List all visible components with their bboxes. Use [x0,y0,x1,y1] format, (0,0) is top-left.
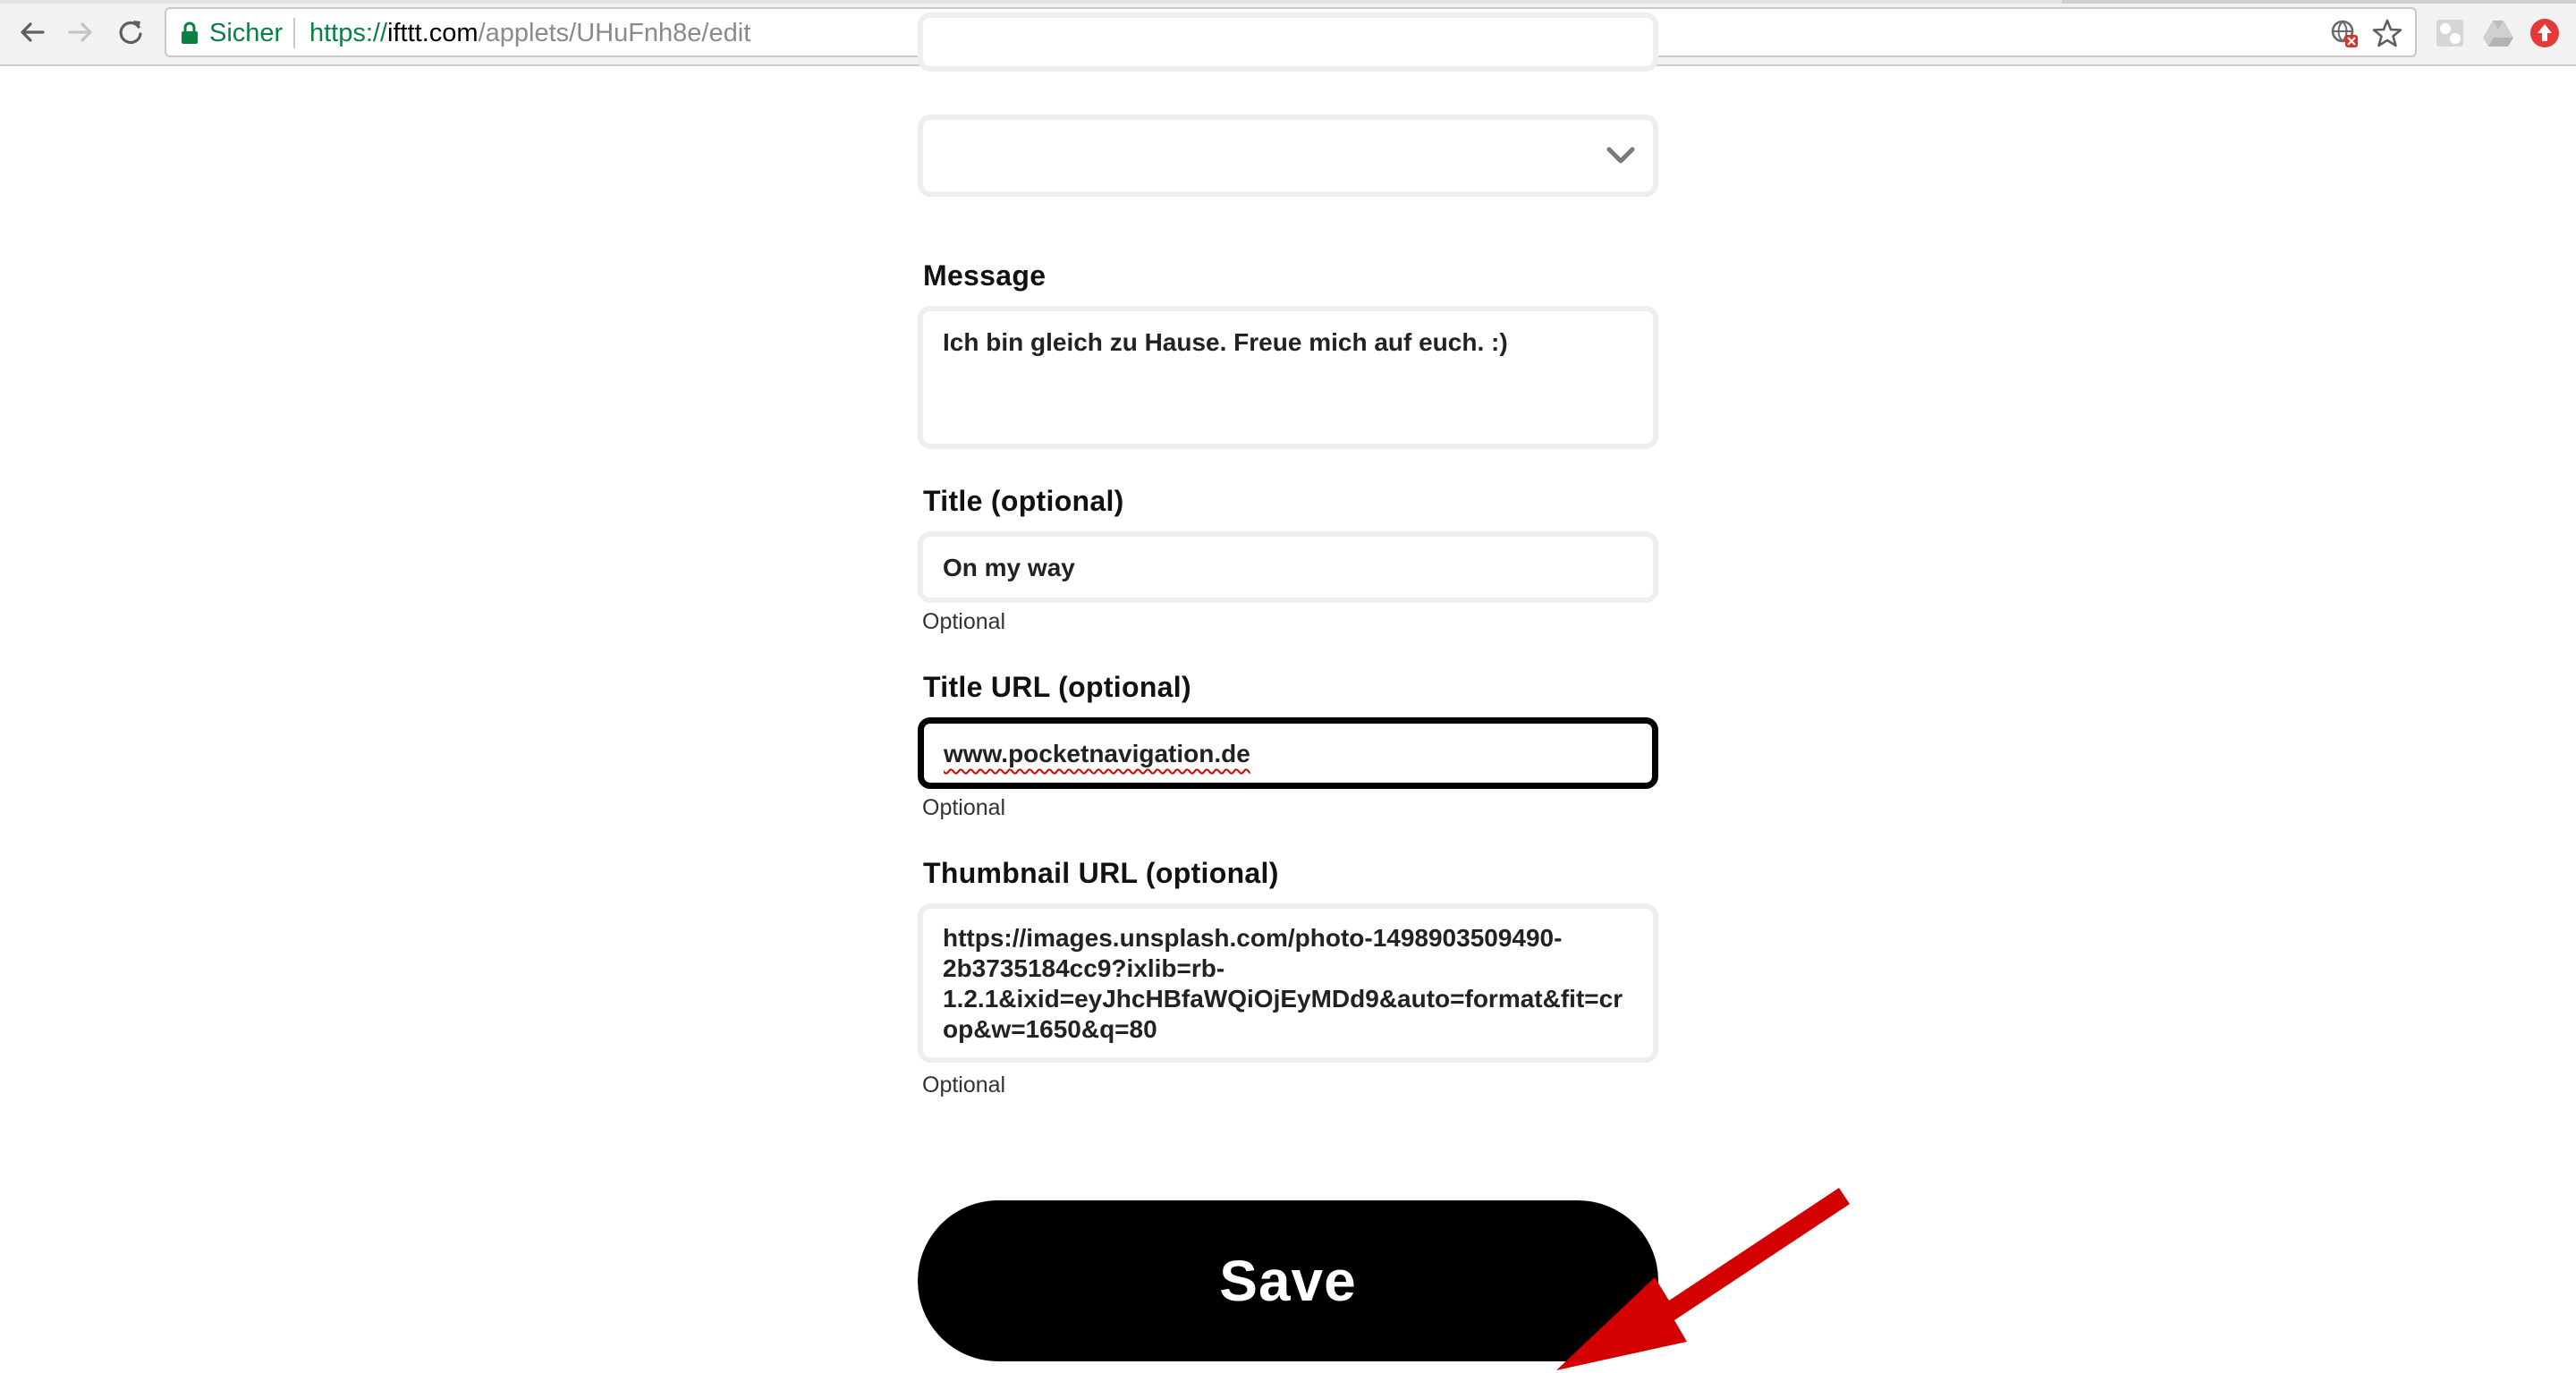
thumbnail-url-label: Thumbnail URL (optional) [923,857,1279,889]
star-icon[interactable] [2370,16,2404,50]
reload-icon[interactable] [111,13,150,52]
message-value: Ich bin gleich zu Hause. Freue mich auf … [943,328,1508,356]
title-url-label: Title URL (optional) [923,671,1191,703]
title-value: On my way [943,554,1075,581]
thumbnail-url-textarea[interactable]: https://images.unsplash.com/photo-149890… [918,903,1658,1063]
title-url-helper-text: Optional [922,795,1006,820]
title-input[interactable]: On my way [918,531,1658,603]
message-textarea[interactable]: Ich bin gleich zu Hause. Freue mich auf … [918,306,1658,449]
previous-field[interactable] [918,13,1658,72]
message-label: Message [923,259,1046,292]
back-arrow-icon[interactable] [13,13,52,52]
title-label: Title (optional) [923,485,1124,517]
url-scheme: https:// [309,19,388,47]
thumbnail-url-value: https://images.unsplash.com/photo-149890… [943,923,1640,1045]
chevron-down-icon [1605,143,1637,168]
secure-label: Sicher [209,19,284,47]
puzzle-extension-icon[interactable] [2433,16,2467,50]
url-path: /applets/UHuFnh8e/edit [478,19,751,47]
title-helper-text: Optional [922,609,1006,634]
thumbnail-url-line: 1.2.1&ixid=eyJhcHBfaWQiOjEyMDd9&auto=for… [943,985,1623,1013]
record-extension-icon[interactable] [2528,16,2562,50]
title-url-input[interactable]: www.pocketnavigation.de [918,717,1658,789]
url-text[interactable]: https://ifttt.com/applets/UHuFnh8e/edit [309,19,750,47]
browser-window: Sicher https://ifttt.com/applets/UHuFnh8… [0,0,2576,1373]
address-separator [293,18,295,48]
page-scrollbar[interactable] [2563,66,2576,1373]
thumbnail-url-line: https://images.unsplash.com/photo-149890… [943,924,1563,952]
applet-edit-form: Message Ich bin gleich zu Hause. Freue m… [0,13,2576,1373]
lock-icon [179,21,200,45]
option-select[interactable] [918,114,1658,197]
thumbnail-url-line: 2b3735184cc9?ixlib=rb- [943,954,1225,982]
tab-strip-active [2062,0,2576,4]
save-button[interactable]: Save [918,1200,1658,1361]
forward-arrow-icon[interactable] [61,13,100,52]
thumbnail-url-line: op&w=1650&q=80 [943,1015,1157,1043]
url-host: ifttt.com [387,19,479,47]
title-url-value: www.pocketnavigation.de [944,740,1250,767]
thumbnail-url-helper-text: Optional [922,1072,1006,1098]
drive-extension-icon[interactable] [2481,16,2515,50]
translate-icon[interactable] [2327,16,2361,50]
